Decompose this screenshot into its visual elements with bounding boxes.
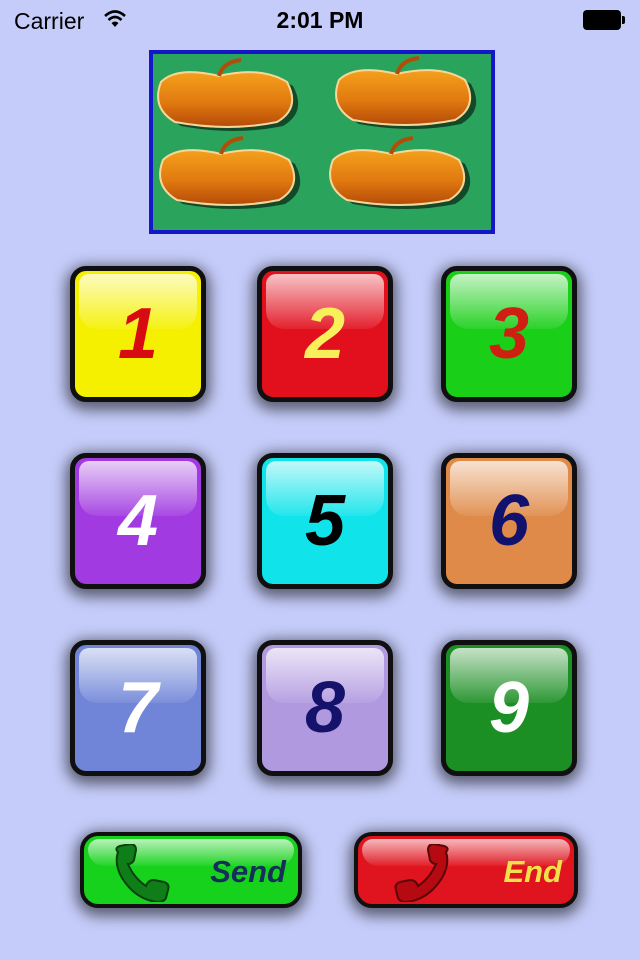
key-1[interactable]: 1 bbox=[70, 266, 206, 402]
key-digit: 6 bbox=[488, 481, 530, 561]
key-9[interactable]: 9 bbox=[441, 640, 577, 776]
key-5[interactable]: 5 bbox=[257, 453, 393, 589]
end-label: End bbox=[503, 854, 562, 889]
key-4[interactable]: 4 bbox=[70, 453, 206, 589]
status-time: 2:01 PM bbox=[276, 7, 364, 33]
phone-handset-icon bbox=[384, 842, 454, 904]
apple-icon bbox=[335, 56, 477, 129]
key-digit: 1 bbox=[117, 294, 159, 374]
key-2[interactable]: 2 bbox=[257, 266, 393, 402]
apple-icon bbox=[159, 136, 301, 209]
apple-icon bbox=[329, 136, 471, 209]
key-6[interactable]: 6 bbox=[441, 453, 577, 589]
key-digit: 5 bbox=[304, 481, 346, 561]
picture-frame bbox=[149, 50, 495, 234]
key-digit: 4 bbox=[117, 481, 159, 561]
key-8[interactable]: 8 bbox=[257, 640, 393, 776]
battery-icon bbox=[583, 10, 625, 30]
key-digit: 3 bbox=[488, 294, 530, 374]
apple-icon bbox=[157, 58, 299, 131]
send-label: Send bbox=[210, 854, 286, 889]
key-digit: 7 bbox=[117, 668, 159, 748]
key-digit: 9 bbox=[488, 668, 530, 748]
key-digit: 2 bbox=[304, 294, 346, 374]
end-button[interactable]: End bbox=[354, 832, 578, 908]
key-7[interactable]: 7 bbox=[70, 640, 206, 776]
status-bar: Carrier 2:01 PM bbox=[0, 0, 640, 40]
send-button[interactable]: Send bbox=[80, 832, 302, 908]
key-3[interactable]: 3 bbox=[441, 266, 577, 402]
key-digit: 8 bbox=[304, 668, 346, 748]
phone-handset-icon bbox=[110, 842, 180, 904]
